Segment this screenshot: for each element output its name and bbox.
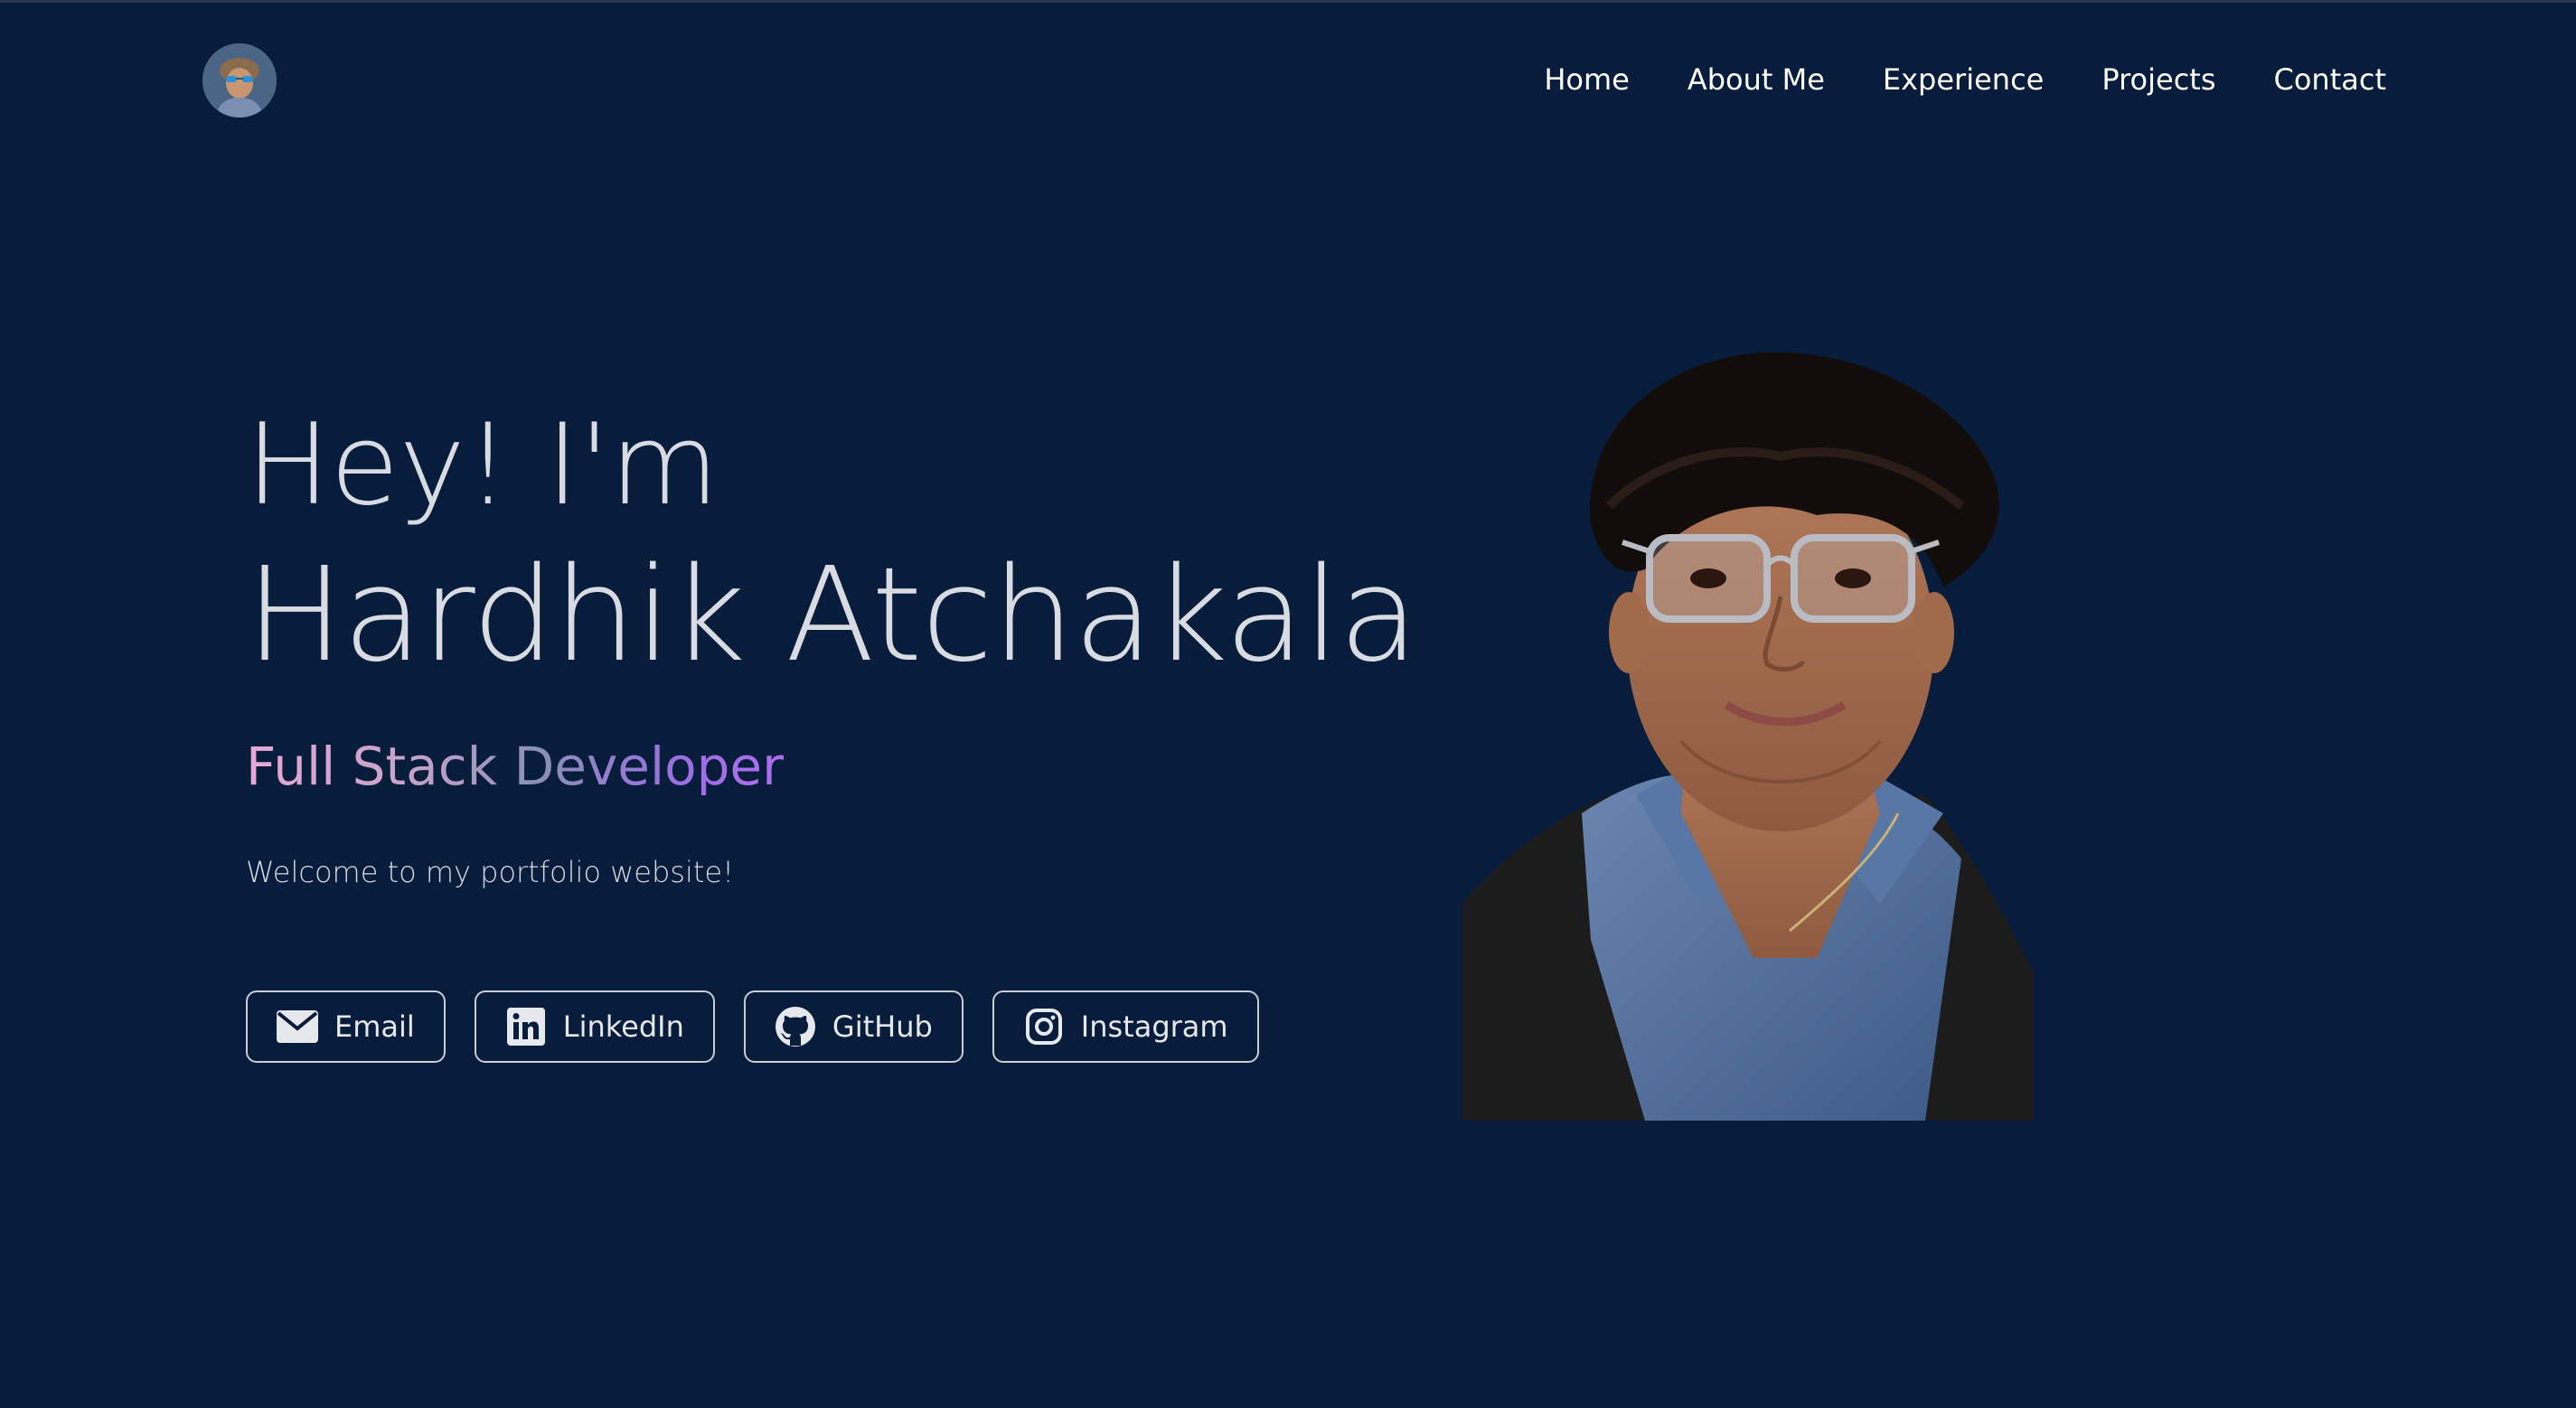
nav-projects[interactable]: Projects (2101, 61, 2215, 98)
linkedin-button-label: LinkedIn (562, 1009, 684, 1044)
nav-about-me[interactable]: About Me (1688, 61, 1825, 98)
envelope-icon (277, 1006, 318, 1047)
hero-role: Full Stack Developer (246, 732, 784, 801)
instagram-icon (1023, 1006, 1065, 1047)
nav-contact[interactable]: Contact (2274, 61, 2387, 98)
avatar-logo[interactable] (202, 43, 277, 117)
site-header: Home About Me Experience Projects Contac… (0, 0, 2576, 163)
hero-greeting: Hey! I'm (246, 400, 719, 530)
github-button-label: GitHub (832, 1009, 933, 1044)
avatar-image (202, 43, 277, 117)
linkedin-icon (505, 1006, 547, 1047)
instagram-button-label: Instagram (1080, 1009, 1228, 1044)
profile-portrait (1455, 307, 2088, 1121)
nav-experience[interactable]: Experience (1883, 61, 2044, 98)
hero-intro: Hey! I'm Hardhik Atchakala Full Stack De… (246, 398, 1419, 891)
hero-welcome-text: Welcome to my portfolio website! (246, 855, 734, 889)
hero-name: Hardhik Atchakala (246, 539, 1419, 690)
nav-home[interactable]: Home (1544, 61, 1630, 98)
email-button[interactable]: Email (246, 990, 446, 1063)
github-icon (775, 1006, 816, 1047)
social-links: Email LinkedIn GitHub Instagram (246, 990, 1259, 1063)
email-button-label: Email (334, 1009, 415, 1044)
portfolio-page: Home About Me Experience Projects Contac… (0, 0, 2576, 1408)
linkedin-button[interactable]: LinkedIn (474, 990, 715, 1063)
profile-photo (1462, 352, 2034, 1121)
github-button[interactable]: GitHub (743, 990, 964, 1063)
main-nav: Home About Me Experience Projects Contac… (1544, 61, 2386, 98)
instagram-button[interactable]: Instagram (992, 990, 1259, 1063)
